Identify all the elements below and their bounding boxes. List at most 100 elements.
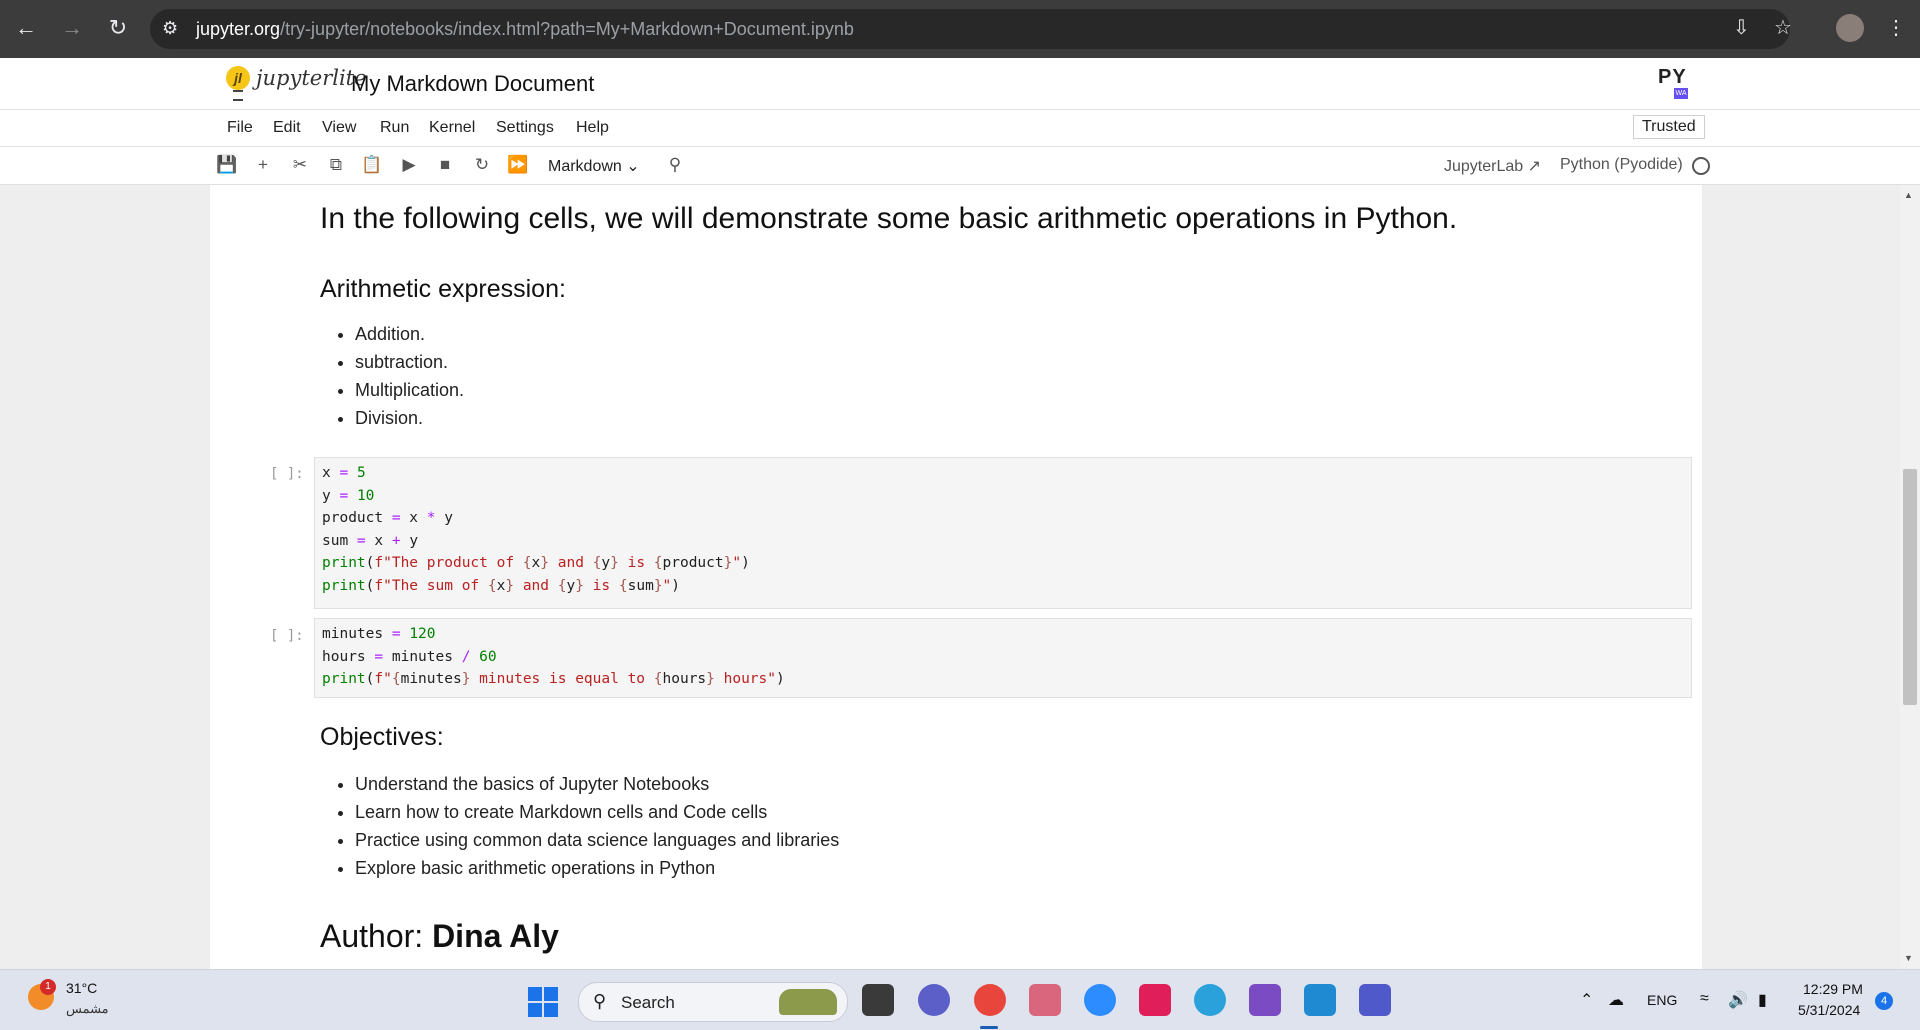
jupyter-header: jl jupyterlite My Markdown Document PY W… — [0, 58, 1920, 110]
run-all-icon[interactable]: ⏩ — [507, 154, 529, 176]
volume-icon[interactable]: 🔊 — [1728, 990, 1748, 1010]
menu-view[interactable]: View — [322, 119, 356, 137]
list-item: Understand the basics of Jupyter Noteboo… — [355, 770, 839, 798]
menu-settings[interactable]: Settings — [496, 119, 554, 137]
notebook-toolbar: 💾 + ✂ ⧉ 📋 ▶ ■ ↻ ⏩ Markdown ⌄ ⚲ JupyterLa… — [0, 147, 1920, 185]
visual-studio-icon[interactable] — [1249, 984, 1281, 1016]
jupyterlite-logo-text[interactable]: jupyterlite — [256, 66, 367, 90]
logo-bulb-base — [233, 90, 243, 101]
install-app-icon[interactable]: ⇩ — [1733, 15, 1750, 40]
save-icon[interactable]: 💾 — [216, 154, 238, 176]
code-line: y = 10 — [322, 487, 375, 504]
insert-cell-icon[interactable]: + — [252, 154, 274, 176]
run-icon[interactable]: ▶ — [398, 154, 420, 176]
forward-icon[interactable]: → — [58, 14, 86, 42]
profile-avatar[interactable] — [1836, 14, 1864, 42]
bookmark-star-icon[interactable]: ☆ — [1774, 15, 1792, 40]
jupyterlite-logo-icon[interactable]: jl — [226, 66, 250, 90]
document-title[interactable]: My Markdown Document — [351, 71, 594, 97]
kernel-status-icon — [1692, 157, 1710, 175]
onedrive-icon[interactable]: ☁ — [1608, 990, 1624, 1010]
clock-time[interactable]: 12:29 PM — [1803, 981, 1863, 997]
list-item: Practice using common data science langu… — [355, 826, 839, 854]
battery-icon[interactable]: ▮ — [1758, 990, 1767, 1010]
list-item: Division. — [355, 404, 464, 432]
copy-icon[interactable]: ⧉ — [325, 154, 347, 176]
gitkraken-icon[interactable] — [1029, 984, 1061, 1016]
slack-icon[interactable] — [1139, 984, 1171, 1016]
input-language[interactable]: ENG — [1647, 992, 1677, 1008]
trusted-indicator[interactable]: Trusted — [1633, 115, 1705, 139]
code-cell-time[interactable]: minutes = 120 hours = minutes / 60 print… — [314, 618, 1692, 698]
wifi-icon[interactable]: ≈ — [1700, 990, 1709, 1008]
list-item: subtraction. — [355, 348, 464, 376]
zoom-icon[interactable] — [1084, 984, 1116, 1016]
address-bar[interactable]: ⚙ jupyter.org/try-jupyter/notebooks/inde… — [150, 9, 1790, 49]
vscode-icon[interactable] — [1304, 984, 1336, 1016]
url-path: /try-jupyter/notebooks/index.html?path=M… — [280, 19, 854, 39]
scrollbar-thumb[interactable] — [1903, 469, 1917, 705]
menu-file[interactable]: File — [227, 119, 253, 137]
browser-menu-icon[interactable]: ⋮ — [1886, 15, 1906, 40]
chrome-icon[interactable] — [974, 984, 1006, 1016]
windows-start-icon[interactable] — [528, 987, 558, 1017]
code-line: sum = x + y — [322, 532, 419, 549]
code-line: minutes = 120 — [322, 626, 436, 642]
search-icon: ⚲ — [593, 991, 607, 1011]
author-heading: Author: Dina Aly — [320, 918, 559, 955]
arithmetic-heading: Arithmetic expression: — [320, 275, 566, 303]
weather-temperature[interactable]: 31°C — [66, 980, 97, 996]
menu-kernel[interactable]: Kernel — [429, 119, 475, 137]
menu-help[interactable]: Help — [576, 119, 609, 137]
taskbar-search[interactable]: ⚲ Search — [578, 982, 848, 1022]
cell-type-select[interactable]: Markdown ⌄ — [548, 156, 640, 176]
notebook-panel: In the following cells, we will demonstr… — [210, 185, 1702, 969]
teams-icon[interactable] — [1359, 984, 1391, 1016]
scroll-down-icon[interactable]: ▼ — [1904, 953, 1913, 963]
reload-icon[interactable]: ↻ — [104, 14, 132, 42]
code-line: print(f"The product of {x} and {y} is {p… — [322, 555, 750, 572]
open-jupyterlab-link[interactable]: JupyterLab ↗ — [1444, 156, 1541, 176]
chevron-up-icon[interactable]: ⌃ — [1580, 990, 1593, 1010]
location-pin-icon[interactable]: ⚲ — [664, 154, 686, 176]
search-highlight-image — [779, 989, 837, 1015]
search-label: Search — [621, 993, 675, 1012]
telegram-icon[interactable] — [1194, 984, 1226, 1016]
arithmetic-list: Addition. subtraction. Multiplication. D… — [320, 320, 464, 432]
site-settings-icon[interactable]: ⚙ — [162, 18, 178, 39]
cell-type-value: Markdown — [548, 158, 622, 175]
url-host: jupyter.org — [196, 19, 281, 39]
code-cell-arithmetic[interactable]: x = 5 y = 10 product = x * y sum = x + y… — [314, 457, 1692, 609]
list-item: Multiplication. — [355, 376, 464, 404]
paste-icon[interactable]: 📋 — [361, 154, 383, 176]
code-line: x = 5 — [322, 465, 366, 481]
stop-icon[interactable]: ■ — [434, 154, 456, 176]
back-icon[interactable]: ← — [12, 14, 40, 42]
code-line: hours = minutes / 60 — [322, 648, 497, 665]
cut-icon[interactable]: ✂ — [289, 154, 311, 176]
weather-description[interactable]: مشمس — [66, 1001, 109, 1017]
browser-toolbar: ← → ↻ ⚙ jupyter.org/try-jupyter/notebook… — [0, 0, 1920, 58]
menu-bar: File Edit View Run Kernel Settings Help … — [0, 110, 1920, 147]
code-line: print(f"{minutes} minutes is equal to {h… — [322, 671, 785, 688]
kernel-name[interactable]: Python (Pyodide) — [1560, 156, 1683, 174]
external-link-icon: ↗ — [1527, 158, 1542, 175]
clock-date[interactable]: 5/31/2024 — [1798, 1002, 1860, 1018]
task-view-icon[interactable] — [862, 984, 894, 1016]
author-label: Author: — [320, 918, 424, 954]
list-item: Learn how to create Markdown cells and C… — [355, 798, 839, 826]
objectives-heading: Objectives: — [320, 723, 444, 751]
url-text[interactable]: jupyter.org/try-jupyter/notebooks/index.… — [196, 19, 854, 40]
notification-badge[interactable]: 4 — [1875, 992, 1893, 1010]
menu-run[interactable]: Run — [380, 119, 409, 137]
restart-icon[interactable]: ↻ — [471, 154, 493, 176]
intro-heading: In the following cells, we will demonstr… — [320, 202, 1458, 235]
code-line: product = x * y — [322, 510, 453, 527]
menu-edit[interactable]: Edit — [273, 119, 301, 137]
windows-taskbar: 1 31°C مشمس ⚲ Search ⌃ ☁ ENG ≈ 🔊 ▮ 12:29… — [0, 969, 1920, 1030]
scroll-up-icon[interactable]: ▲ — [1904, 190, 1913, 200]
list-item: Explore basic arithmetic operations in P… — [355, 854, 839, 882]
weather-badge: 1 — [40, 979, 56, 995]
author-name: Dina Aly — [432, 918, 559, 954]
chat-icon[interactable] — [918, 984, 950, 1016]
